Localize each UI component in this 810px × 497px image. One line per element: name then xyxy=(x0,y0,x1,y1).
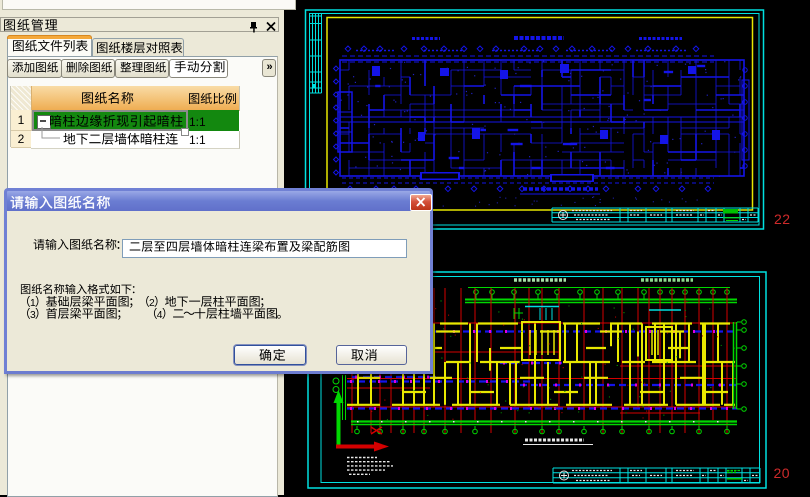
svg-text:4: 4 xyxy=(156,310,162,321)
svg-text:2: 2 xyxy=(149,298,155,309)
svg-text:1: 1 xyxy=(30,298,36,309)
svg-text:3: 3 xyxy=(30,310,36,321)
